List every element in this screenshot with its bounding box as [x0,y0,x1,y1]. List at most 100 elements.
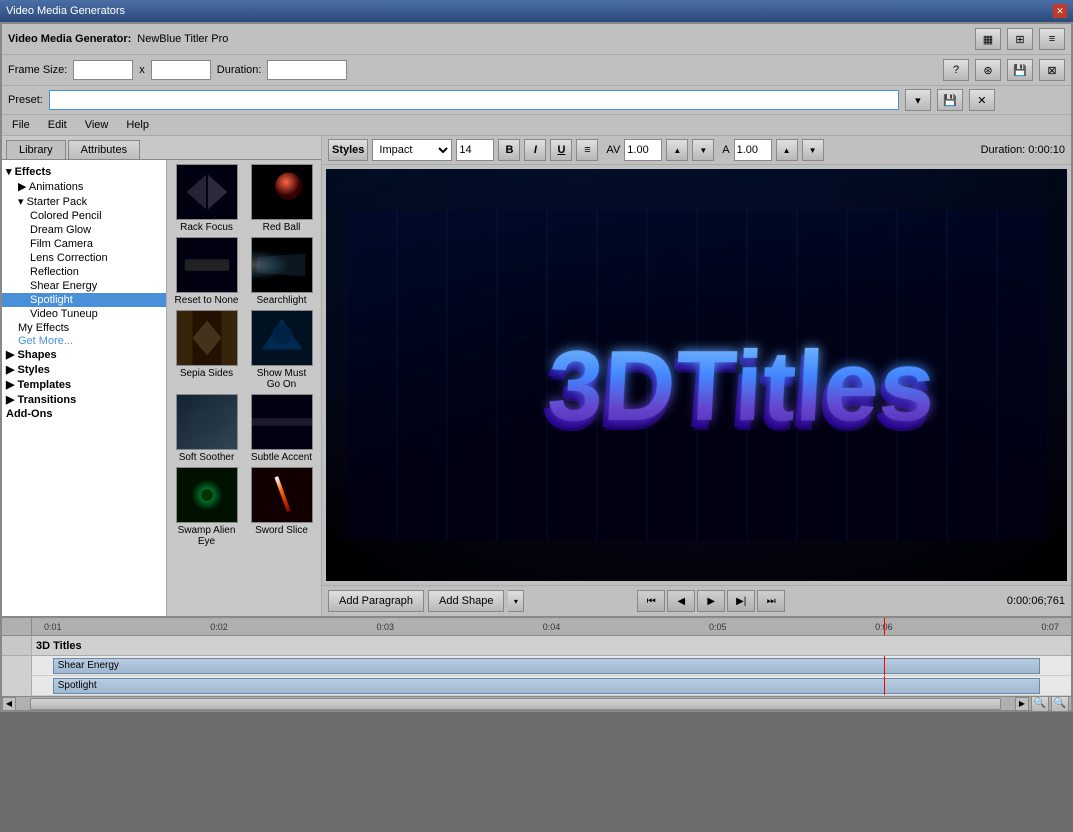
generator-toolbar: Video Media Generator: NewBlue Titler Pr… [2,24,1071,55]
window-title: Video Media Generators [6,5,125,17]
content-area: Library Attributes ▾ Effects ▶ Animation… [2,136,1071,616]
frame-size-row: Frame Size: 1920 x 1080 Duration: 5.0.00… [2,55,1071,86]
tree-item-video-tuneup[interactable]: Video Tuneup [2,307,166,321]
font-select[interactable]: Impact Arial Times New Roman [372,139,452,161]
tree-item-styles[interactable]: ▶ Styles [2,362,166,377]
zoom-out-btn[interactable]: 🔍 [1051,696,1069,712]
timeline-track-shear[interactable]: Shear Energy [32,656,1071,676]
zoom-in-btn[interactable]: 🔍 [1031,696,1049,712]
thumb-rack-focus[interactable]: Rack Focus [171,164,242,233]
view-icon-btn[interactable]: ▦ [975,28,1001,50]
step-back-btn[interactable]: ◀ [667,590,695,612]
styles-button[interactable]: Styles [328,139,368,161]
tree-item-effects[interactable]: ▾ Effects [2,164,166,179]
menu-help[interactable]: Help [122,117,153,133]
italic-button[interactable]: I [524,139,546,161]
preset-dropdown-btn[interactable]: ▾ [905,89,931,111]
align-button[interactable]: ≡ [576,139,598,161]
bold-button[interactable]: B [498,139,520,161]
timeline-track-spotlight[interactable]: Spotlight [32,676,1071,696]
signal-btn[interactable]: ⊛ [975,59,1001,81]
timeline-ruler-row: 0:01 0:02 0:03 0:04 0:05 0:06 0:07 [2,618,1071,636]
tree-item-lens-correction[interactable]: Lens Correction [2,251,166,265]
av-label: AV [606,144,620,156]
help-btn[interactable]: ? [943,59,969,81]
tree-item-reflection[interactable]: Reflection [2,265,166,279]
a-spin-down[interactable]: ▼ [802,139,824,161]
tree-panel[interactable]: ▾ Effects ▶ Animations ▾ Starter Pack Co… [2,160,167,616]
thumb-swamp-alien-eye[interactable]: Swamp Alien Eye [171,467,242,547]
menu-view[interactable]: View [81,117,113,133]
font-size-input[interactable] [456,139,494,161]
duration-input[interactable]: 5.0.001 [267,60,347,80]
forward-end-btn[interactable]: ⏭ [757,590,785,612]
tree-item-animations[interactable]: ▶ Animations [2,179,166,194]
thumb-label-rack-focus: Rack Focus [180,222,233,233]
preset-close-btn[interactable]: ✕ [969,89,995,111]
timeline-title: 3D Titles [32,636,1071,656]
list-icon-btn[interactable]: ≡ [1039,28,1065,50]
tree-item-templates[interactable]: ▶ Templates [2,377,166,392]
play-btn[interactable]: ▶ [697,590,725,612]
tree-item-spotlight[interactable]: Spotlight [2,293,166,307]
clip-spotlight[interactable]: Spotlight [53,678,1040,694]
thumb-soft-soother[interactable]: Soft Soother [171,394,242,463]
tab-library[interactable]: Library [6,140,66,160]
playhead-track1 [884,656,885,675]
generator-name: NewBlue Titler Pro [137,33,228,45]
tab-attributes[interactable]: Attributes [68,140,140,159]
thumb-searchlight[interactable]: Searchlight [246,237,317,306]
underline-button[interactable]: U [550,139,572,161]
rewind-start-btn[interactable]: ⏮ [637,590,665,612]
export-btn[interactable]: ⊠ [1039,59,1065,81]
scroll-thumb[interactable] [30,698,1001,710]
thumb-img-rack-focus [176,164,238,220]
tree-item-colored-pencil[interactable]: Colored Pencil [2,209,166,223]
tree-item-shear-energy[interactable]: Shear Energy [2,279,166,293]
thumb-reset-none[interactable]: Reset to None [171,237,242,306]
timeline-title-text: 3D Titles [36,640,82,652]
preset-input[interactable]: (Default) [49,90,899,110]
thumb-img-swamp-alien-eye [176,467,238,523]
ruler-mark-4: 0:05 [709,622,727,632]
tree-item-add-ons[interactable]: Add-Ons [2,407,166,421]
clip-shear-energy[interactable]: Shear Energy [53,658,1040,674]
thumb-show-must-go-on[interactable]: Show Must Go On [246,310,317,390]
tree-item-my-effects[interactable]: My Effects [2,321,166,335]
menu-edit[interactable]: Edit [44,117,71,133]
add-shape-dropdown[interactable]: ▾ [508,590,524,612]
close-button[interactable]: ✕ [1053,4,1067,18]
add-paragraph-btn[interactable]: Add Paragraph [328,590,424,612]
height-input[interactable]: 1080 [151,60,211,80]
thumb-sword-slice[interactable]: Sword Slice [246,467,317,547]
thumb-subtle-accent[interactable]: Subtle Accent [246,394,317,463]
menu-bar: File Edit View Help [2,115,1071,136]
a-spin-up[interactable]: ▲ [776,139,798,161]
scroll-right-btn[interactable]: ▶ [1015,697,1029,711]
thumb-sepia-sides[interactable]: Sepia Sides [171,310,242,390]
thumb-img-reset-none [176,237,238,293]
a-input[interactable] [734,139,772,161]
tree-item-starter-pack[interactable]: ▾ Starter Pack [2,194,166,209]
scroll-left-btn[interactable]: ◀ [2,697,16,711]
width-input[interactable]: 1920 [73,60,133,80]
menu-file[interactable]: File [8,117,34,133]
av-spin-down[interactable]: ▼ [692,139,714,161]
get-more-link[interactable]: Get More... [2,335,166,347]
av-input[interactable] [624,139,662,161]
save-preset-btn[interactable]: 💾 [1007,59,1033,81]
grid-icon-btn[interactable]: ⊞ [1007,28,1033,50]
tree-item-film-camera[interactable]: Film Camera [2,237,166,251]
preset-save-btn[interactable]: 💾 [937,89,963,111]
step-forward-btn[interactable]: ▶| [727,590,755,612]
tree-item-transitions[interactable]: ▶ Transitions [2,392,166,407]
thumb-red-ball[interactable]: Red Ball [246,164,317,233]
av-spin-up[interactable]: ▲ [666,139,688,161]
duration-label: Duration: [217,64,262,76]
tree-item-shapes[interactable]: ▶ Shapes [2,347,166,362]
clip-spotlight-label: Spotlight [58,680,97,691]
duration-display: Duration: 0:00:10 [981,144,1065,156]
add-shape-btn[interactable]: Add Shape [428,590,504,612]
ruler-mark-0: 0:01 [44,622,62,632]
tree-item-dream-glow[interactable]: Dream Glow [2,223,166,237]
